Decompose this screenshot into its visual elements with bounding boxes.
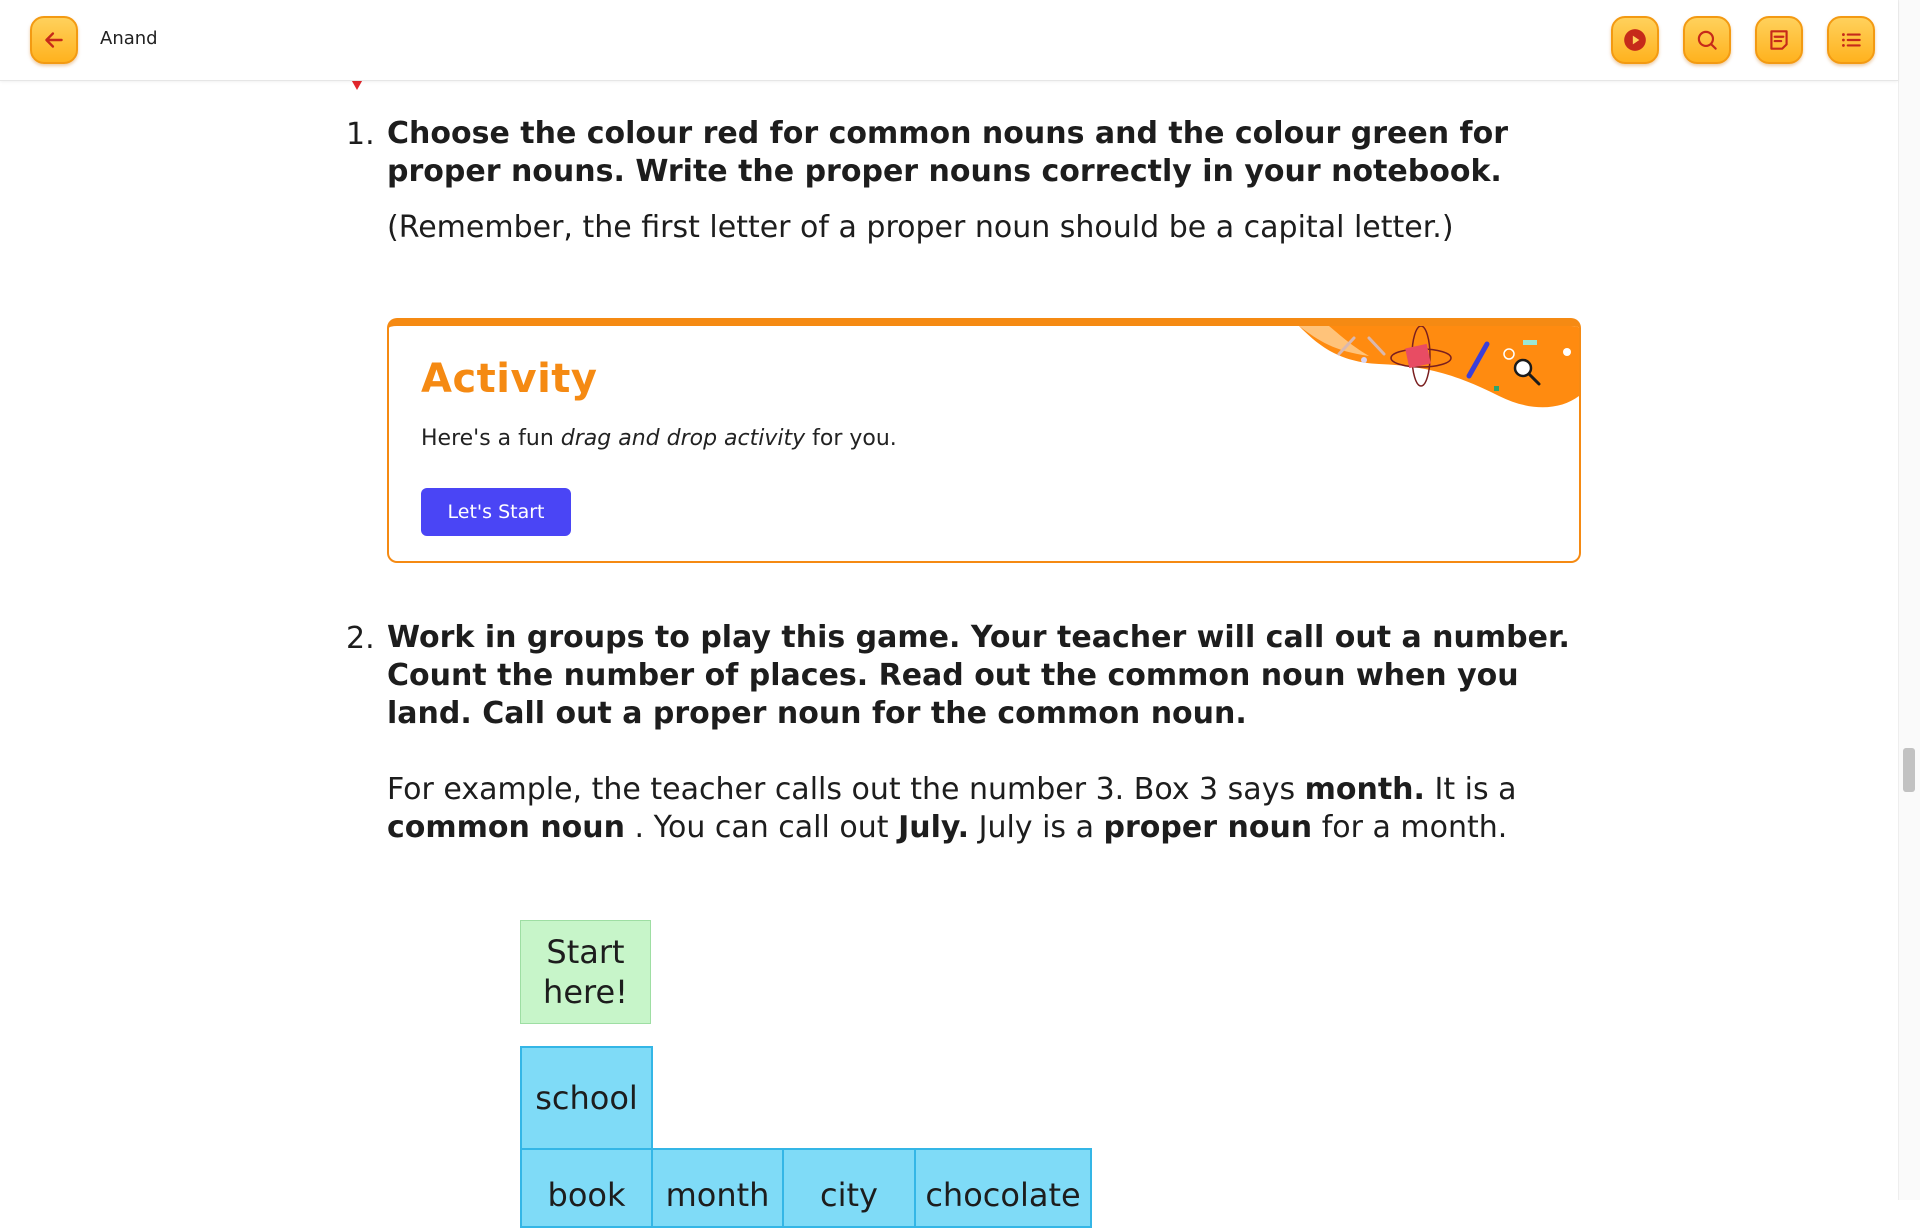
book-title: Anand — [100, 28, 158, 49]
start-cell: Start here! — [520, 920, 651, 1024]
activity-decoration-illustration — [1299, 326, 1579, 408]
activity-description: Here's a fun drag and drop activity for … — [421, 426, 897, 451]
question-number: 1. — [346, 117, 375, 152]
board-cell: city — [782, 1148, 916, 1228]
search-button[interactable] — [1683, 16, 1731, 64]
board-cell: book — [520, 1148, 653, 1228]
notes-icon — [1770, 30, 1788, 50]
lets-start-button[interactable]: Let's Start — [421, 488, 571, 536]
activity-title: Activity — [421, 356, 598, 402]
question-number-2: 2. — [346, 621, 375, 656]
search-icon — [1697, 30, 1717, 50]
play-button[interactable] — [1611, 16, 1659, 64]
table-of-contents-button[interactable] — [1827, 16, 1875, 64]
list-icon — [1842, 33, 1861, 47]
question-text: Choose the colour red for common nouns a… — [387, 116, 1509, 189]
question-note: (Remember, the first letter of a proper … — [387, 210, 1454, 245]
play-icon — [1624, 29, 1646, 51]
arrow-left-icon — [45, 32, 63, 48]
notes-button[interactable] — [1755, 16, 1803, 64]
activity-card: Activity Here's a fun drag and drop acti… — [387, 318, 1581, 563]
back-button[interactable] — [30, 16, 78, 64]
top-bar: Anand — [0, 0, 1898, 81]
vertical-scrollbar[interactable] — [1898, 0, 1920, 1200]
board-cell: month — [651, 1148, 784, 1228]
question-text-2: Work in groups to play this game. Your t… — [387, 620, 1570, 731]
example-paragraph: For example, the teacher calls out the n… — [387, 772, 1517, 845]
board-cell: school — [520, 1046, 653, 1150]
board-cell: chocolate — [914, 1148, 1092, 1228]
scrollbar-thumb[interactable] — [1903, 748, 1915, 792]
